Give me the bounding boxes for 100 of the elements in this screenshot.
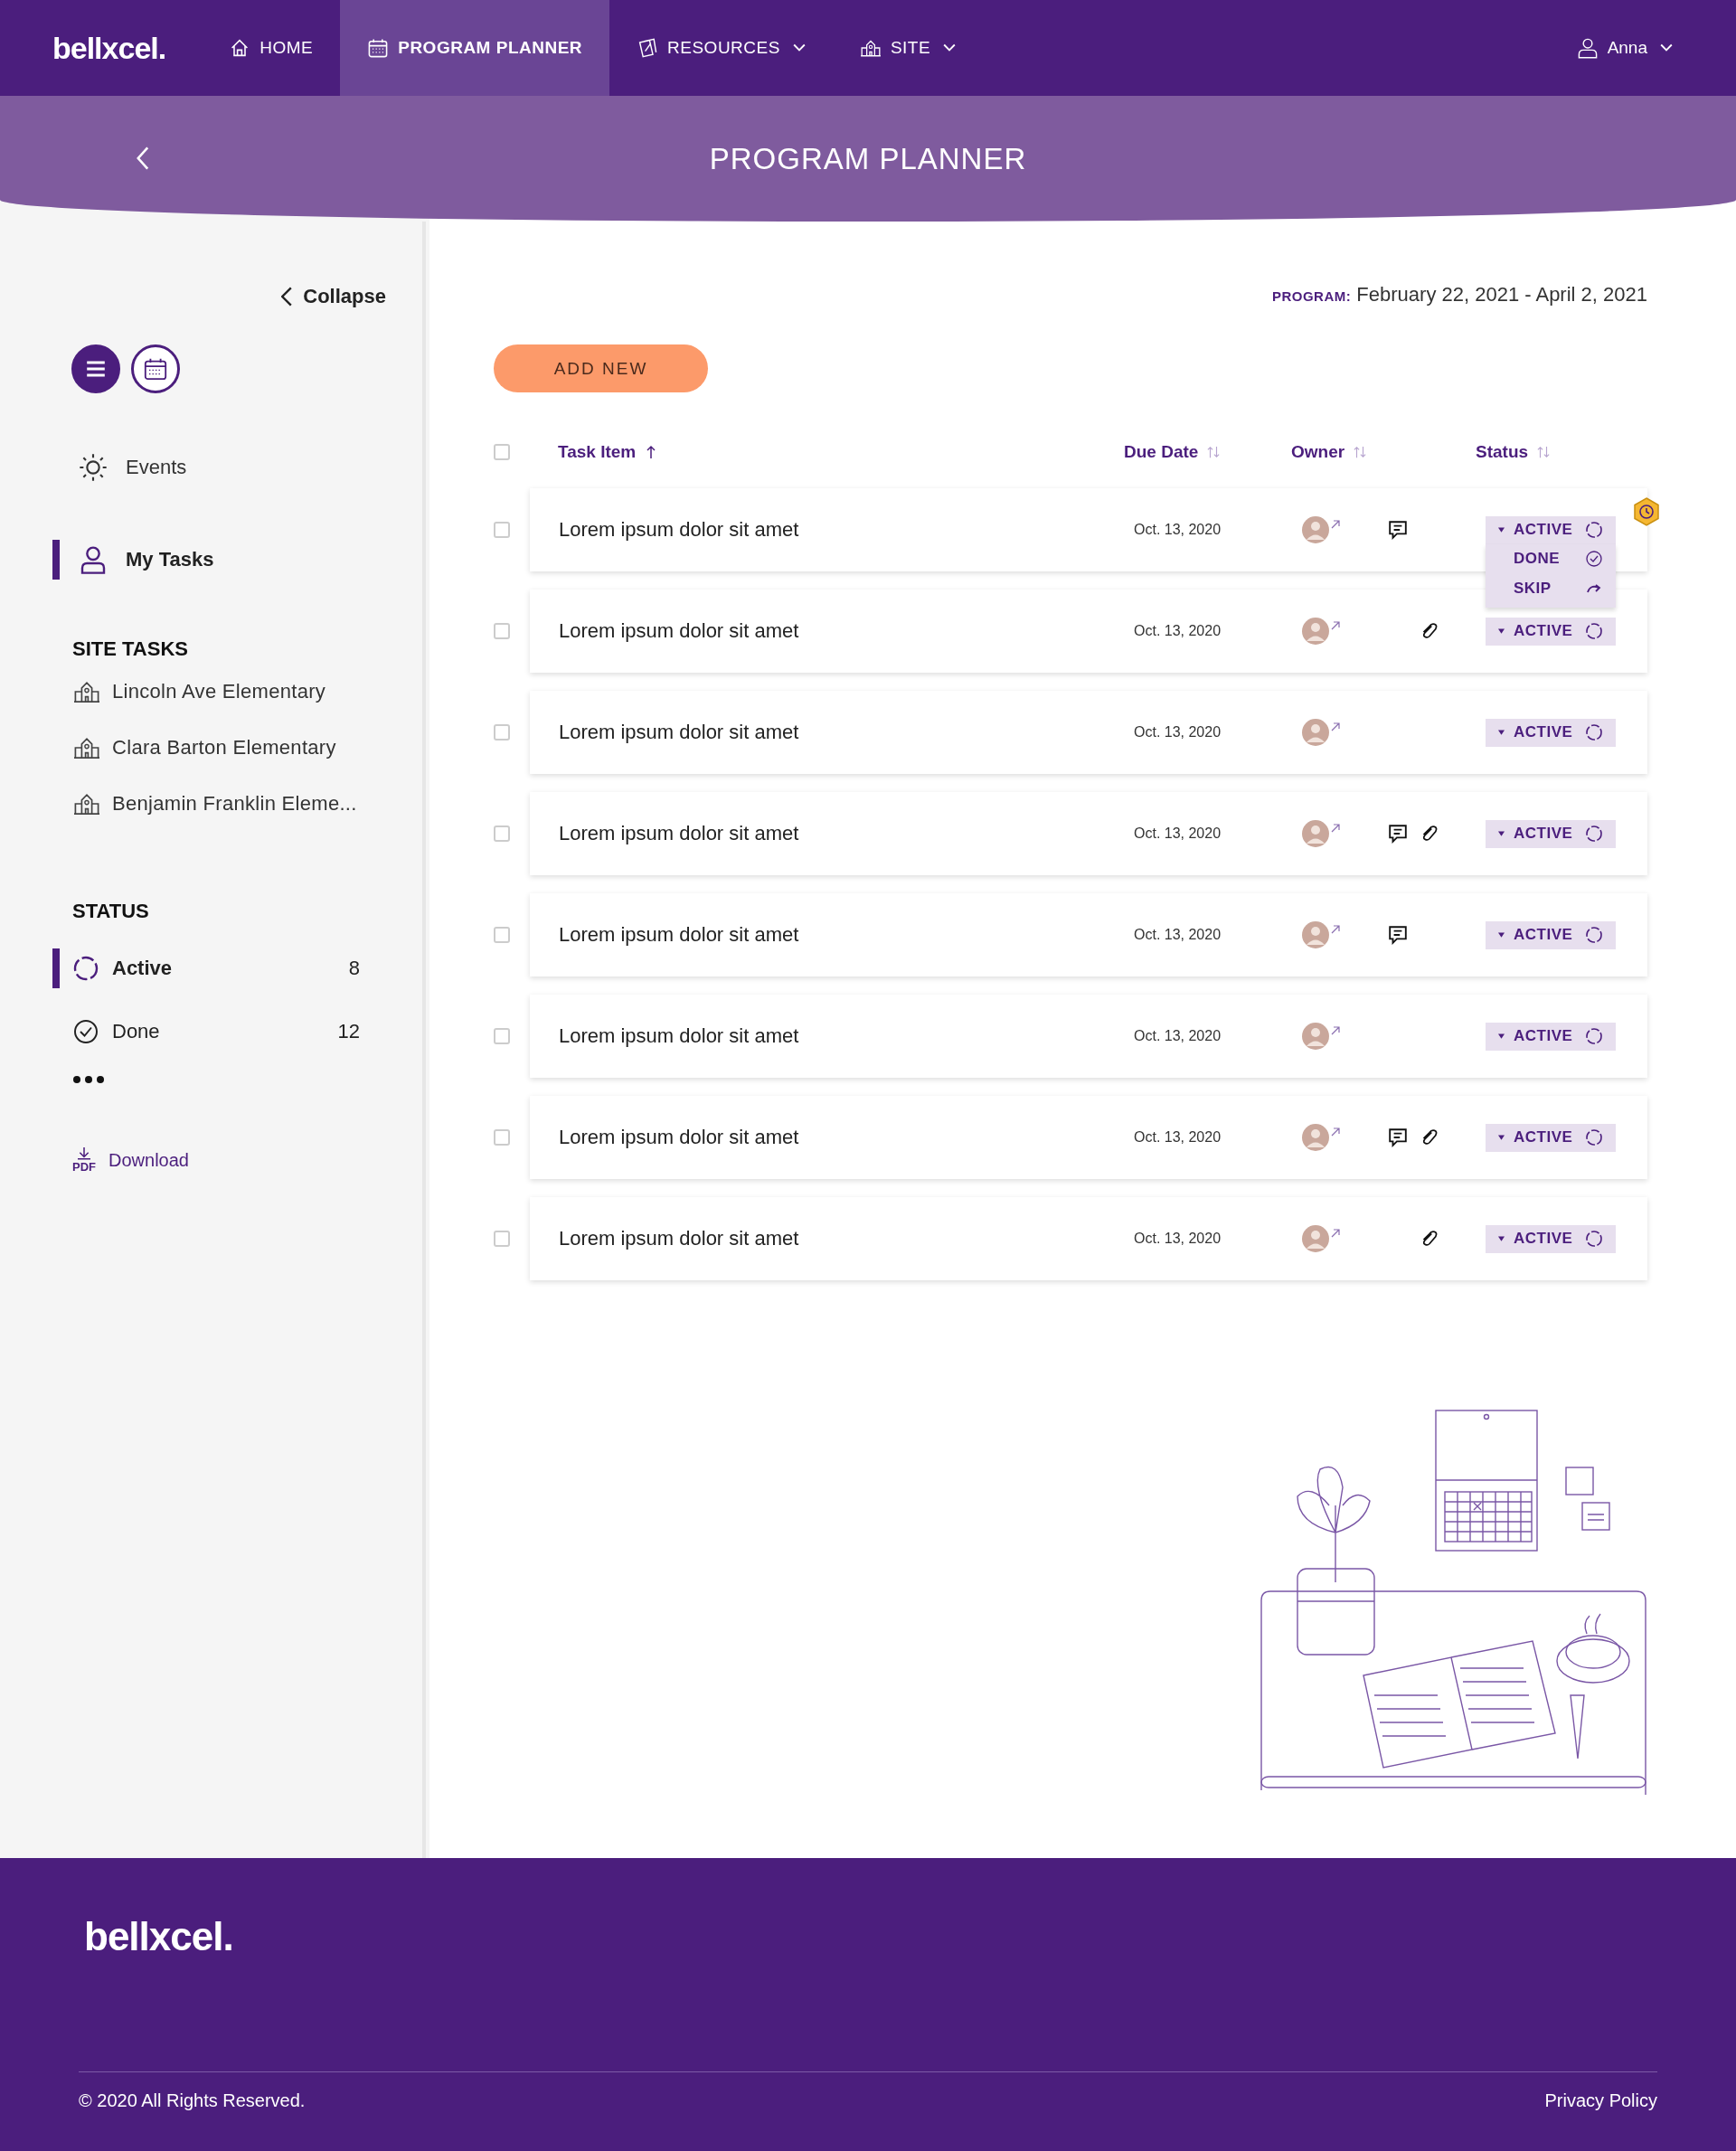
logo[interactable]: bellxcel. xyxy=(84,1914,1657,1959)
download-link[interactable]: Download xyxy=(108,1150,189,1171)
task-row[interactable]: Lorem ipsum dolor sit amet Oct. 13, 2020 ACTIVE xyxy=(530,1197,1647,1280)
sort-icon[interactable] xyxy=(1354,445,1367,459)
status-dropdown[interactable]: ACTIVE xyxy=(1486,718,1616,747)
chevron-left-icon xyxy=(281,287,293,307)
program-dates: PROGRAM: February 22, 2021 - April 2, 2021 xyxy=(1270,283,1647,307)
page-title: PROGRAM PLANNER xyxy=(709,141,1027,176)
logo[interactable]: bellxcel. xyxy=(52,30,166,66)
site-link[interactable]: Lincoln Ave Elementary xyxy=(72,679,422,704)
progress-circle-icon xyxy=(1585,1027,1603,1045)
checkbox[interactable] xyxy=(494,1231,510,1247)
task-title: Lorem ipsum dolor sit amet xyxy=(559,1227,800,1250)
sidebar-item[interactable]: Events xyxy=(52,448,422,487)
avatar-icon[interactable] xyxy=(1302,719,1329,746)
status-dropdown[interactable]: ACTIVE xyxy=(1486,515,1616,544)
caret-icon xyxy=(1498,932,1505,938)
task-row[interactable]: Lorem ipsum dolor sit amet Oct. 13, 2020 ACTIVE xyxy=(530,792,1647,875)
collapse-button[interactable]: Collapse xyxy=(281,285,386,308)
checkbox[interactable] xyxy=(494,623,510,639)
progress-circle-icon xyxy=(1585,1230,1603,1248)
clock-badge-icon[interactable] xyxy=(1633,497,1660,526)
column-header[interactable]: Owner xyxy=(1291,442,1345,462)
status-dropdown[interactable]: ACTIVE xyxy=(1486,1022,1616,1051)
comment-icon[interactable] xyxy=(1388,1127,1408,1147)
due-date: Oct. 13, 2020 xyxy=(1134,724,1222,741)
avatar-icon[interactable] xyxy=(1302,516,1329,543)
check-circle-icon xyxy=(72,1018,99,1045)
arrow-up-right-icon[interactable] xyxy=(1331,824,1340,833)
checkbox[interactable] xyxy=(494,1129,510,1146)
add-new-button[interactable]: ADD NEW xyxy=(494,344,708,392)
checkbox[interactable] xyxy=(494,927,510,943)
chevron-down-icon xyxy=(1660,43,1673,52)
task-row[interactable]: Lorem ipsum dolor sit amet Oct. 13, 2020 ACTIVE xyxy=(530,691,1647,774)
checkbox[interactable] xyxy=(494,724,510,741)
status-dropdown[interactable]: ACTIVE xyxy=(1486,1123,1616,1152)
checkbox[interactable] xyxy=(494,444,510,460)
arrow-up-right-icon[interactable] xyxy=(1331,520,1340,529)
list-view-button[interactable] xyxy=(71,344,120,393)
progress-circle-icon xyxy=(1585,723,1603,741)
avatar-icon[interactable] xyxy=(1302,1225,1329,1252)
due-date: Oct. 13, 2020 xyxy=(1134,1028,1222,1044)
privacy-policy-link[interactable]: Privacy Policy xyxy=(1544,2090,1657,2111)
nav-tab[interactable]: RESOURCES xyxy=(609,0,833,96)
sidebar-item[interactable]: My Tasks xyxy=(52,540,422,580)
progress-circle-icon xyxy=(1585,825,1603,843)
column-header[interactable]: Status xyxy=(1476,442,1529,462)
task-row[interactable]: Lorem ipsum dolor sit amet Oct. 13, 2020 ACTIVE xyxy=(530,1096,1647,1179)
nav-tab[interactable]: SITE xyxy=(832,0,984,96)
sort-icon[interactable] xyxy=(1207,445,1221,459)
nav-tab[interactable]: HOME xyxy=(202,0,341,96)
avatar-icon[interactable] xyxy=(1302,618,1329,645)
nav-tab[interactable]: PROGRAM PLANNER xyxy=(340,0,610,96)
comment-icon[interactable] xyxy=(1388,824,1408,844)
checkbox[interactable] xyxy=(494,522,510,538)
avatar-icon[interactable] xyxy=(1302,921,1329,948)
section-heading: SITE TASKS xyxy=(72,637,189,661)
arrow-up-right-icon[interactable] xyxy=(1331,1127,1340,1137)
site-link[interactable]: Benjamin Franklin Eleme... xyxy=(72,791,422,816)
arrow-up-right-icon[interactable] xyxy=(1331,1026,1340,1035)
avatar-icon[interactable] xyxy=(1302,1124,1329,1151)
due-date: Oct. 13, 2020 xyxy=(1134,825,1222,842)
status-dropdown[interactable]: ACTIVE xyxy=(1486,617,1616,646)
comment-icon[interactable] xyxy=(1388,925,1408,945)
status-dropdown[interactable]: ACTIVE xyxy=(1486,1224,1616,1253)
due-date: Oct. 13, 2020 xyxy=(1134,1231,1222,1247)
due-date: Oct. 13, 2020 xyxy=(1134,522,1222,538)
user-icon xyxy=(1576,37,1599,59)
caret-icon xyxy=(1498,1236,1505,1241)
checkbox[interactable] xyxy=(494,1028,510,1044)
comment-icon[interactable] xyxy=(1388,520,1408,540)
arrow-up-right-icon[interactable] xyxy=(1331,1229,1340,1238)
status-dropdown[interactable]: ACTIVE xyxy=(1486,819,1616,848)
checkbox[interactable] xyxy=(494,825,510,842)
more-icon[interactable] xyxy=(72,1075,105,1084)
task-row[interactable]: Lorem ipsum dolor sit amet Oct. 13, 2020 ACTIVE xyxy=(530,893,1647,976)
task-row[interactable]: Lorem ipsum dolor sit amet Oct. 13, 2020 ACTIVE xyxy=(530,995,1647,1078)
site-link[interactable]: Clara Barton Elementary xyxy=(72,735,422,760)
task-title: Lorem ipsum dolor sit amet xyxy=(559,518,800,542)
user-menu[interactable]: Anna xyxy=(1576,0,1673,96)
arrow-up-right-icon[interactable] xyxy=(1331,722,1340,731)
avatar-icon[interactable] xyxy=(1302,820,1329,847)
due-date: Oct. 13, 2020 xyxy=(1134,623,1222,639)
arrow-up-right-icon[interactable] xyxy=(1331,621,1340,630)
status-filter[interactable]: Active 8 xyxy=(52,948,360,988)
column-header[interactable]: Task Item xyxy=(558,442,637,462)
column-header[interactable]: Due Date xyxy=(1124,442,1199,462)
calendar-view-button[interactable] xyxy=(131,344,180,393)
task-title: Lorem ipsum dolor sit amet xyxy=(559,619,800,643)
caret-icon xyxy=(1498,1033,1505,1039)
task-title: Lorem ipsum dolor sit amet xyxy=(559,721,800,744)
due-date: Oct. 13, 2020 xyxy=(1134,1129,1222,1146)
status-dropdown[interactable]: ACTIVE xyxy=(1486,920,1616,949)
avatar-icon[interactable] xyxy=(1302,1023,1329,1050)
back-icon[interactable] xyxy=(136,146,150,170)
progress-circle-icon xyxy=(1585,926,1603,944)
status-filter[interactable]: Done 12 xyxy=(52,1012,360,1052)
sort-icon[interactable] xyxy=(1537,445,1551,459)
menu-item[interactable]: DONE xyxy=(1486,543,1616,574)
arrow-up-right-icon[interactable] xyxy=(1331,925,1340,934)
